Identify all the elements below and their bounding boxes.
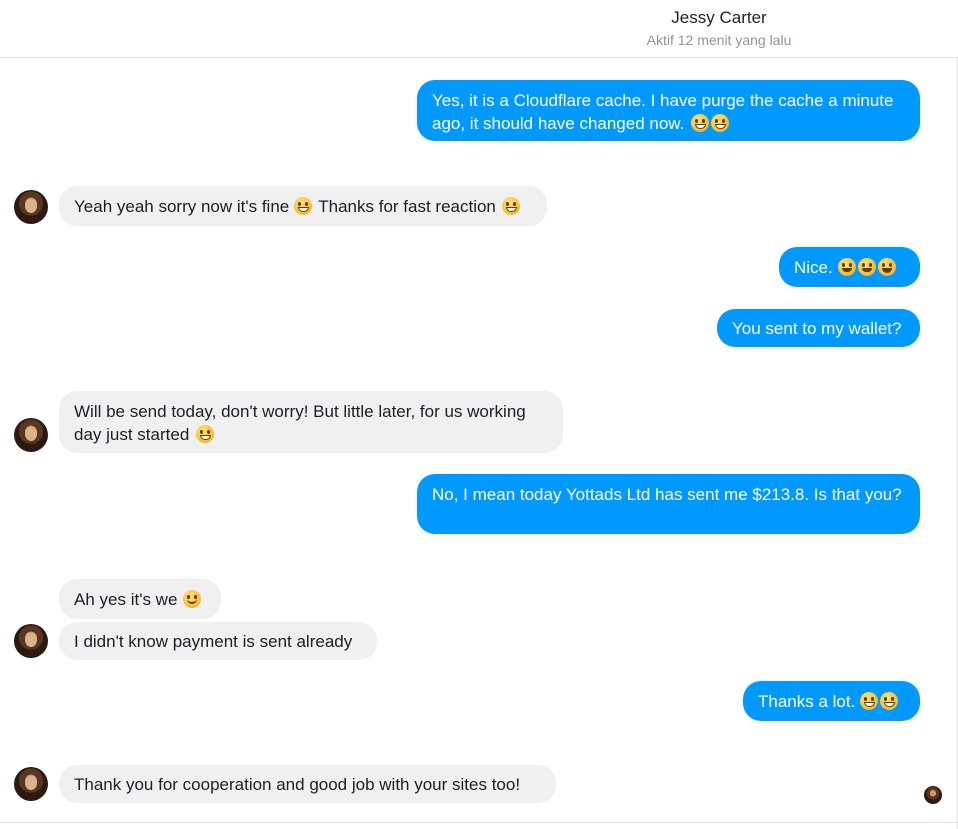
grinning-face-icon	[691, 114, 710, 132]
contact-name[interactable]: Jessy Carter	[0, 8, 958, 28]
smiling-face-icon	[183, 590, 202, 608]
message-text: Yes, it is a Cloudflare cache. I have pu…	[432, 91, 894, 133]
grinning-face-icon	[196, 425, 215, 443]
message-text: You sent to my wallet?	[732, 318, 902, 338]
message-bubble-incoming[interactable]: Will be send today, don't worry! But lit…	[59, 391, 563, 453]
message-text: Nice.	[794, 257, 833, 277]
grinning-squinting-face-icon	[501, 197, 520, 215]
message-bubble-outgoing[interactable]: Yes, it is a Cloudflare cache. I have pu…	[417, 80, 920, 141]
message-bubble-outgoing[interactable]: No, I mean today Yottads Ltd has sent me…	[417, 474, 920, 534]
message-bubble-incoming[interactable]: Ah yes it's we	[59, 579, 221, 619]
contact-status: Aktif 12 menit yang lalu	[646, 32, 792, 48]
avatar[interactable]	[14, 767, 48, 801]
message-bubble-incoming[interactable]: I didn't know payment is sent already	[59, 622, 377, 660]
message-text: Yeah yeah sorry now it's fine	[74, 196, 290, 216]
message-bubble-outgoing[interactable]: Nice.	[779, 247, 920, 287]
message-text: I didn't know payment is sent already	[74, 631, 353, 651]
avatar[interactable]	[14, 418, 48, 452]
message-text: Thanks for fast reaction	[318, 196, 496, 216]
grinning-face-icon	[294, 197, 313, 215]
message-bubble-incoming[interactable]: Yeah yeah sorry now it's fine Thanks for…	[59, 186, 547, 226]
message-text: Will be send today, don't worry! But lit…	[74, 402, 526, 444]
message-bubble-outgoing[interactable]: Thanks a lot.	[743, 681, 920, 721]
grinning-sweat-face-icon	[837, 258, 856, 276]
grinning-sweat-face-icon	[857, 258, 876, 276]
seen-avatar-icon	[924, 786, 942, 804]
message-bubble-outgoing[interactable]: You sent to my wallet?	[717, 309, 920, 347]
message-text: No, I mean today Yottads Ltd has sent me…	[432, 485, 902, 504]
beaming-face-icon	[860, 692, 879, 710]
conversation-header: Jessy Carter Aktif 12 menit yang lalu	[0, 0, 958, 58]
message-text: Thank you for cooperation and good job w…	[74, 774, 521, 794]
composer-divider	[0, 822, 958, 823]
grinning-face-icon	[711, 114, 730, 132]
winking-tongue-face-icon	[877, 258, 896, 276]
message-bubble-incoming[interactable]: Thank you for cooperation and good job w…	[59, 765, 556, 803]
avatar[interactable]	[14, 190, 48, 224]
message-text: Ah yes it's we	[74, 589, 178, 609]
message-text: Thanks a lot.	[758, 691, 856, 711]
avatar[interactable]	[14, 624, 48, 658]
beaming-face-icon	[880, 692, 899, 710]
